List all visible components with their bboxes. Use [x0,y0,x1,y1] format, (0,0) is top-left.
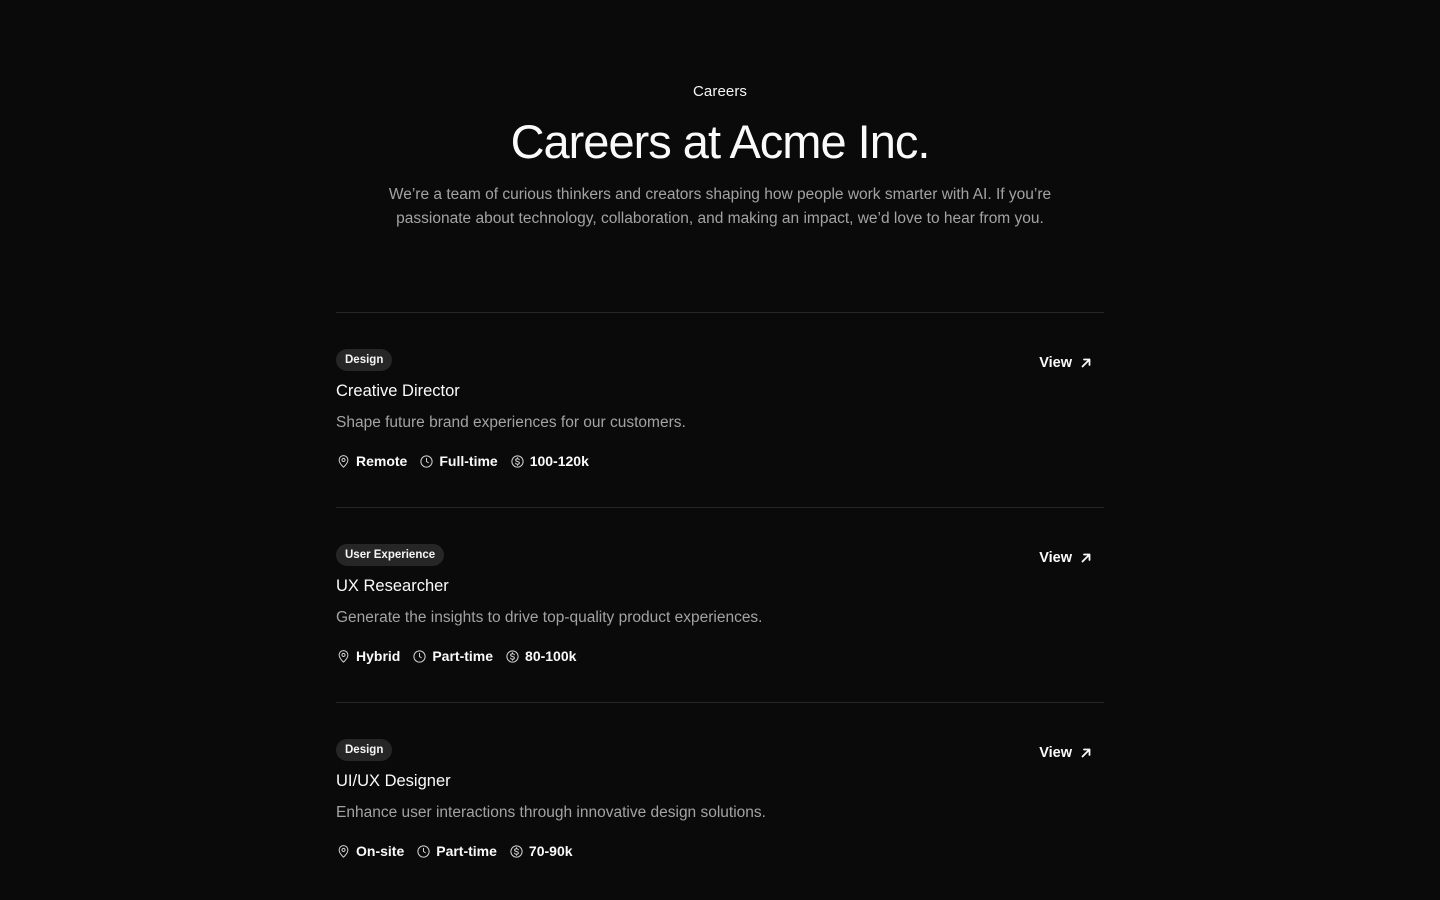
view-job-link[interactable]: View [1039,745,1092,761]
dollar-circle-icon [510,844,523,858]
arrow-up-right-icon [1081,358,1091,368]
page-title: Careers at Acme Inc. [510,115,931,168]
job-meta: Hybrid Part-time 80-100k [336,646,1104,666]
job-title[interactable]: UX Researcher [336,575,1104,597]
map-pin-icon [338,454,349,468]
dollar-circle-icon [506,649,519,663]
job-type-label: Full-time [439,453,498,469]
clock-icon [417,844,430,858]
careers-header: Careers Careers at Acme Inc. We’re a tea… [0,0,1440,231]
job-type: Part-time [412,648,493,664]
job-location-label: On-site [356,843,405,859]
view-job-label: View [1039,550,1072,566]
job-description: Shape future brand experiences for our c… [336,414,686,431]
view-job-label: View [1039,355,1072,371]
job-category-badge: Design [336,739,393,761]
job-type: Full-time [419,453,498,469]
job-location: On-site [336,843,404,859]
job-location-label: Remote [356,453,408,469]
view-job-link[interactable]: View [1039,550,1092,566]
clock-icon [413,649,426,663]
job-meta: Remote Full-time 100-120k [336,451,1104,471]
map-pin-icon [338,649,349,663]
job-salary: 80-100k [505,648,576,664]
job-meta: On-site Part-time 70-90k [336,841,1104,861]
map-pin-icon [338,844,349,858]
job-description: Generate the insights to drive top-quali… [336,609,763,626]
job-category-badge: User Experience [336,544,445,566]
job-listing: Design UI/UX Designer Enhance user inter… [336,702,1104,897]
dollar-circle-icon [511,454,524,468]
job-list: Design Creative Director Shape future br… [336,312,1104,897]
careers-page: Careers Careers at Acme Inc. We’re a tea… [0,0,1440,900]
job-category-badge: Design [336,349,393,371]
job-type-label: Part-time [432,648,494,664]
job-salary-label: 70-90k [528,843,573,859]
job-location: Hybrid [336,648,400,664]
job-salary-label: 80-100k [525,648,577,664]
arrow-up-right-icon [1081,748,1091,758]
job-listing: User Experience UX Researcher Generate t… [336,507,1104,702]
view-job-label: View [1039,745,1072,761]
job-salary-label: 100-120k [529,453,589,469]
clock-icon [420,454,433,468]
eyebrow-label: Careers [692,83,748,100]
job-listing: Design Creative Director Shape future br… [336,312,1104,507]
job-type-label: Part-time [436,843,497,859]
job-title[interactable]: UI/UX Designer [336,770,1104,792]
page-subtitle: We’re a team of curious thinkers and cre… [388,186,1052,227]
job-title[interactable]: Creative Director [336,380,1104,402]
view-job-link[interactable]: View [1039,355,1092,371]
arrow-up-right-icon [1081,553,1091,563]
job-salary: 70-90k [509,843,573,859]
job-salary: 100-120k [510,453,589,469]
job-type: Part-time [416,843,497,859]
job-location-label: Hybrid [356,648,401,664]
job-description: Enhance user interactions through innova… [336,804,766,821]
job-location: Remote [336,453,407,469]
